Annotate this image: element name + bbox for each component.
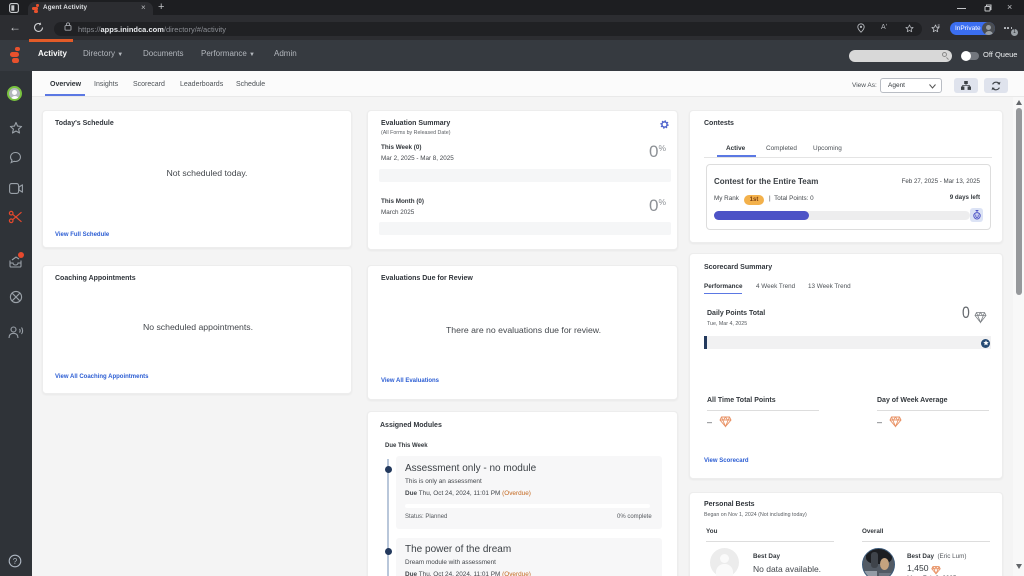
- svg-text:?: ?: [13, 557, 18, 566]
